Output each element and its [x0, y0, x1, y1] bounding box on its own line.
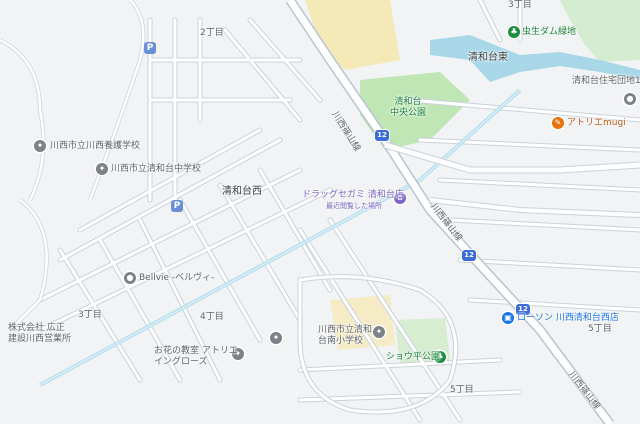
poi-bellvie[interactable]: Bellvie -ベルヴィ- — [139, 273, 214, 284]
park-name-line2: 中央公園 — [390, 108, 427, 118]
place-icon[interactable]: ✦ — [270, 332, 282, 344]
school-icon[interactable]: ✦ — [34, 140, 46, 152]
route-shield-12: 12 — [462, 250, 476, 261]
area-label-4chome: 4丁目 — [200, 312, 224, 322]
shopping-icon[interactable]: ▣ — [502, 312, 514, 324]
area-label-seiwadai-higashi: 清和台東 — [468, 52, 508, 63]
park-icon[interactable]: ♣ — [508, 26, 520, 38]
park-name-line1: 清和台 — [394, 97, 422, 107]
poi-dam-path[interactable]: 虫生ダム緑地 — [522, 27, 576, 38]
school-icon[interactable]: ✦ — [96, 163, 108, 175]
map-canvas[interactable]: 2丁目 3丁目 清和台東 清和台西 3丁目 4丁目 5丁目 5丁目 川西篠山線 … — [0, 0, 640, 424]
poi-shobudaira[interactable]: ショウ平公園 — [386, 352, 440, 363]
area-label-2chome: 2丁目 — [200, 28, 224, 38]
poi-hanano-kyoshitsu[interactable]: お花の教室 アトリエ イングローズ — [154, 346, 238, 368]
area-label-seiwadai-nishi: 清和台西 — [222, 186, 262, 197]
poi-yogo-school[interactable]: 川西市立川西養護学校 — [50, 141, 140, 152]
area-label-3chome: 3丁目 — [78, 310, 102, 320]
map-base — [0, 0, 640, 424]
area-label-5chome-south: 5丁目 — [450, 385, 474, 395]
poi-atelier-mugi[interactable]: アトリエmugi — [567, 118, 626, 129]
route-shield-12: 12 — [375, 130, 389, 141]
parking-icon[interactable]: P — [171, 200, 183, 212]
poi-drugstore[interactable]: ドラッグセガミ 清和台店 — [302, 190, 404, 201]
poi-park-label[interactable]: 清和台 中央公園 — [390, 97, 426, 119]
poi-company[interactable]: 株式会社 広正 建設川西営業所 — [8, 323, 71, 345]
school-icon[interactable]: ✦ — [373, 326, 385, 338]
area-label-5chome-east: 5丁目 — [588, 324, 612, 334]
poi-chugakko[interactable]: 川西市立清和台中学校 — [111, 164, 201, 175]
poi-drugstore-sub: 最近閲覧した場所 — [326, 202, 382, 210]
place-icon[interactable]: ✎ — [552, 117, 564, 129]
poi-lawson[interactable]: ローソン 川西清和台西店 — [517, 313, 619, 324]
poi-elementary[interactable]: 川西市立清和 台南小学校 — [318, 325, 372, 347]
poi-housing[interactable]: 清和台住宅団地18 — [572, 76, 640, 87]
place-icon[interactable]: ● — [124, 272, 136, 284]
parking-icon[interactable]: P — [144, 42, 156, 54]
area-label-3chome-top: 3丁目 — [508, 0, 532, 10]
place-icon[interactable]: ● — [624, 93, 636, 105]
